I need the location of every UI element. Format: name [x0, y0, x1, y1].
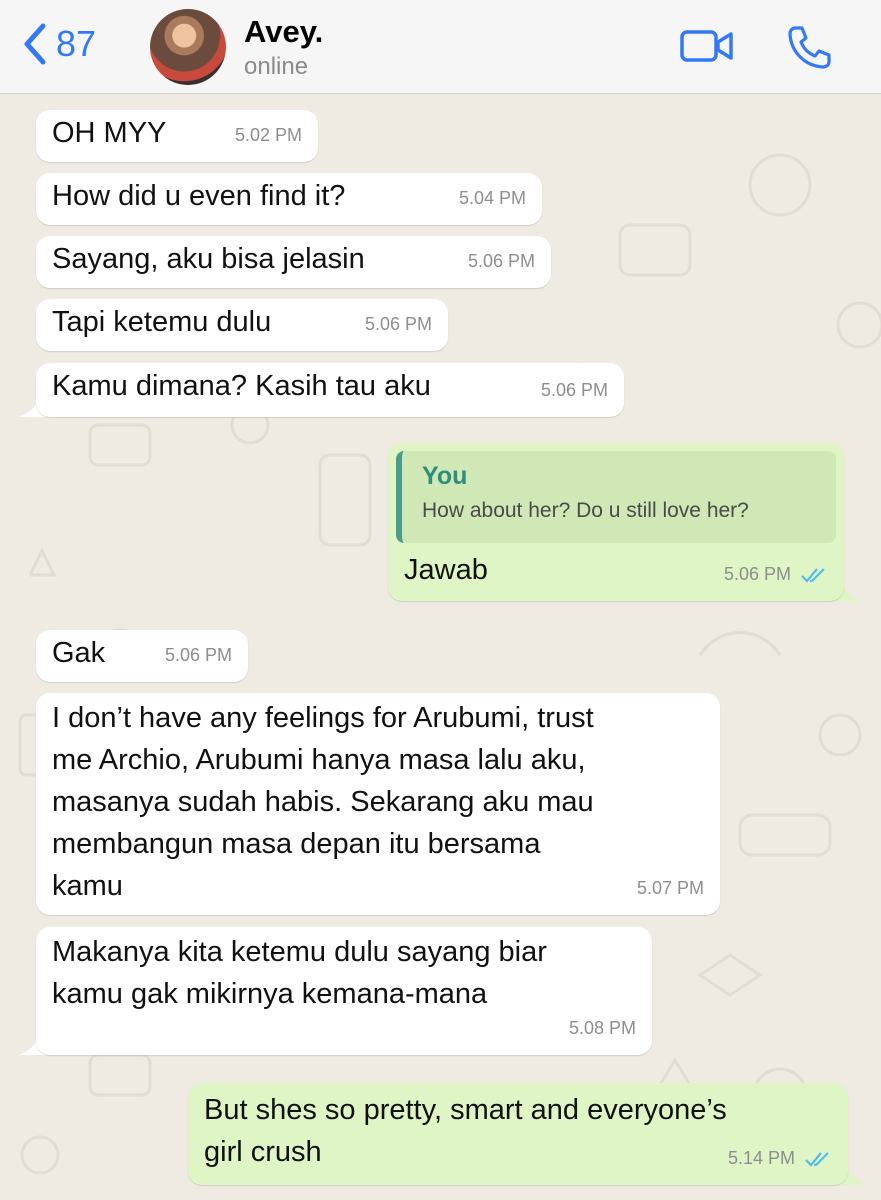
message-text-line: I don’t have any feelings for Arubumi, t… [52, 702, 594, 734]
quoted-message[interactable]: You How about her? Do u still love her? [396, 451, 836, 543]
message-time: 5.08 PM [568, 1018, 636, 1038]
message-time: 5.06 PM [164, 645, 232, 665]
read-ticks-icon [805, 1152, 829, 1167]
message-time-text: 5.14 PM [727, 1148, 795, 1168]
chat-area[interactable]: OH MYY 5.02 PM How did u even find it? 5… [0, 95, 881, 1200]
avatar[interactable] [150, 9, 226, 85]
message-time: 5.02 PM [234, 125, 302, 145]
message-time: 5.06 PM [467, 251, 535, 271]
read-ticks-icon [801, 568, 825, 583]
message-time-text: 5.06 PM [723, 564, 791, 584]
message-incoming[interactable]: Kamu dimana? Kasih tau aku 5.06 PM [36, 363, 624, 417]
message-text-line: kamu gak mikirnya kemana-mana [52, 978, 488, 1010]
message-text: Jawab [404, 554, 488, 586]
contact-name[interactable]: Avey. [244, 14, 323, 50]
message-text-line: But shes so pretty, smart and everyone’s [204, 1094, 727, 1126]
message-outgoing[interactable]: But shes so pretty, smart and everyone’s… [188, 1083, 848, 1185]
message-time: 5.06 PM [724, 553, 828, 595]
message-text-line: Makanya kita ketemu dulu sayang biar [52, 936, 547, 968]
message-text: Kamu dimana? Kasih tau aku [52, 370, 431, 402]
quote-text: How about her? Do u still love her? [422, 499, 749, 522]
message-text: How did u even find it? [52, 180, 346, 212]
message-text-line: membangun masa depan itu bersama [52, 828, 541, 860]
message-incoming[interactable]: I don’t have any feelings for Arubumi, t… [36, 693, 720, 915]
message-outgoing[interactable]: You How about her? Do u still love her? … [388, 443, 844, 601]
message-text-line: kamu [52, 870, 123, 902]
chat-header: 87 Avey. online [0, 0, 881, 94]
message-incoming[interactable]: Makanya kita ketemu dulu sayang biar kam… [36, 927, 652, 1055]
message-time: 5.07 PM [636, 878, 704, 898]
message-incoming[interactable]: OH MYY 5.02 PM [36, 110, 318, 162]
message-text: Tapi ketemu dulu [52, 306, 272, 338]
message-time: 5.06 PM [364, 314, 432, 334]
message-text-line: masanya sudah habis. Sekarang aku mau [52, 786, 594, 818]
message-incoming[interactable]: Gak 5.06 PM [36, 630, 248, 682]
message-time: 5.04 PM [458, 188, 526, 208]
message-text: Sayang, aku bisa jelasin [52, 243, 365, 275]
message-text: OH MYY [52, 117, 167, 149]
message-time: 5.06 PM [540, 380, 608, 400]
message-incoming[interactable]: Sayang, aku bisa jelasin 5.06 PM [36, 236, 551, 288]
message-text-line: girl crush [204, 1136, 322, 1168]
message-incoming[interactable]: How did u even find it? 5.04 PM [36, 173, 542, 225]
message-incoming[interactable]: Tapi ketemu dulu 5.06 PM [36, 299, 448, 351]
back-button[interactable]: 87 [22, 22, 96, 66]
chevron-left-icon [24, 23, 46, 65]
message-text-line: me Archio, Arubumi hanya masa lalu aku, [52, 744, 586, 776]
video-call-icon[interactable] [680, 26, 734, 66]
phone-icon[interactable] [786, 24, 832, 70]
message-time: 5.14 PM [728, 1137, 832, 1179]
quote-author: You [422, 462, 468, 490]
unread-count: 87 [56, 23, 97, 64]
message-text: Gak [52, 637, 106, 669]
contact-status: online [244, 53, 309, 80]
